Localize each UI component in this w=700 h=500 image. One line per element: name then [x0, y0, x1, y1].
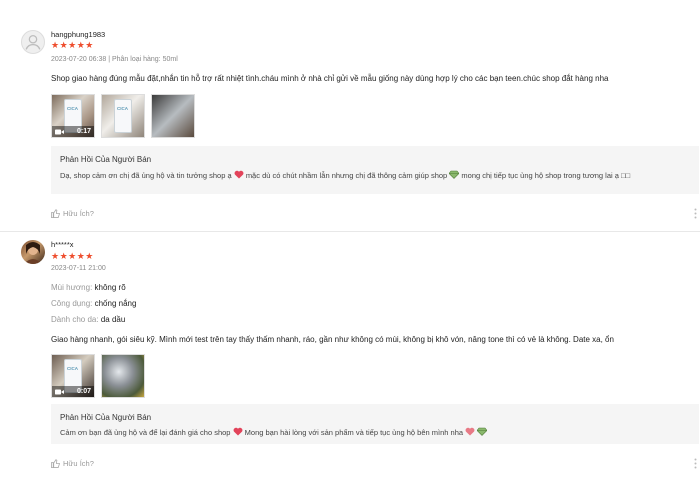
seller-reply-text: Cảm ơn bạn đã ủng hộ và để lại đánh giá …	[60, 427, 692, 438]
review-item: h*****x ★★★★★ 2023-07-11 21:00 Mùi hương…	[0, 232, 700, 500]
review-media: CICA 0:07	[51, 354, 145, 398]
review-text: Shop giao hàng đúng mẫu đặt,nhắn tin hỗ …	[51, 74, 609, 83]
review-author[interactable]: h*****x	[51, 240, 74, 249]
video-duration: 0:17	[76, 128, 91, 135]
thumbs-up-icon	[51, 209, 60, 218]
rating-stars: ★★★★★	[51, 40, 94, 50]
attribute-key: Mùi hương:	[51, 283, 93, 292]
video-camera-icon	[55, 389, 64, 394]
product-label: CICA	[67, 106, 78, 111]
rating-stars: ★★★★★	[51, 251, 94, 261]
vertical-dots-icon[interactable]	[694, 208, 697, 219]
attribute-key: Dành cho da:	[51, 315, 99, 324]
gem-icon	[449, 170, 460, 179]
seller-reply: Phản Hồi Của Người Bán Dạ, shop cảm ơn c…	[51, 146, 699, 194]
product-image: CICA	[114, 99, 132, 133]
review-item: hangphung1983 ★★★★★ 2023-07-20 06:38 | P…	[0, 20, 700, 232]
reply-text-part: Cảm ơn bạn đã ủng hộ và để lại đánh giá …	[60, 428, 231, 437]
reply-text-part: mặc dù có chút nhầm lẫn nhưng chị đã thô…	[245, 171, 448, 180]
photo-thumbnail[interactable]: CICA	[101, 94, 145, 138]
helpful-button[interactable]: Hữu Ích?	[51, 209, 94, 218]
seller-reply-text: Dạ, shop cảm ơn chị đã ủng hộ và tin tưở…	[60, 170, 692, 181]
seller-reply: Phản Hồi Của Người Bán Cảm ơn bạn đã ủng…	[51, 404, 699, 444]
photo-thumbnail[interactable]	[151, 94, 195, 138]
reply-text-part: □□	[621, 171, 631, 180]
avatar[interactable]	[21, 240, 45, 264]
review-text: Giao hàng nhanh, gói siêu kỹ. Mình mới t…	[51, 335, 614, 344]
reply-text-part: Mong bạn hài lòng với sản phẩm và tiếp t…	[244, 428, 464, 437]
photo-thumbnail[interactable]	[101, 354, 145, 398]
reply-text-part: Dạ, shop cảm ơn chị đã ủng hộ và tin tưở…	[60, 171, 232, 180]
video-overlay: 0:17	[52, 126, 94, 137]
heart-icon	[465, 427, 475, 436]
vertical-dots-icon[interactable]	[694, 458, 697, 469]
red-heart-icon	[233, 427, 243, 436]
review-attribute: Công dụng: chống nắng	[51, 299, 136, 308]
review-attribute: Dành cho da: da dầu	[51, 315, 125, 324]
review-author[interactable]: hangphung1983	[51, 30, 105, 39]
attribute-value: chống nắng	[94, 299, 137, 308]
product-label: CICA	[67, 366, 78, 371]
reply-text-part: mong chị tiếp tục ủng hộ shop trong tươn…	[461, 171, 619, 180]
attribute-key: Công dụng:	[51, 299, 93, 308]
review-meta: 2023-07-20 06:38 | Phân loại hàng: 50ml	[51, 56, 178, 63]
video-duration: 0:07	[76, 388, 91, 395]
attribute-value: da dầu	[100, 315, 126, 324]
video-thumbnail[interactable]: CICA 0:07	[51, 354, 95, 398]
thumbs-up-icon	[51, 459, 60, 468]
review-meta: 2023-07-11 21:00	[51, 265, 106, 272]
avatar[interactable]	[21, 30, 45, 54]
helpful-label: Hữu Ích?	[63, 459, 94, 468]
review-attribute: Mùi hương: không rõ	[51, 283, 126, 292]
review-media: CICA 0:17 CICA	[51, 94, 195, 138]
video-overlay: 0:07	[52, 386, 94, 397]
seller-reply-title: Phản Hồi Của Người Bán	[60, 155, 152, 164]
seller-reply-title: Phản Hồi Của Người Bán	[60, 413, 152, 422]
video-thumbnail[interactable]: CICA 0:17	[51, 94, 95, 138]
gem-icon	[477, 427, 488, 436]
user-silhouette-icon	[25, 34, 41, 50]
attribute-value: không rõ	[94, 283, 126, 292]
video-camera-icon	[55, 129, 64, 134]
helpful-button[interactable]: Hữu Ích?	[51, 459, 94, 468]
user-photo-icon	[24, 242, 42, 264]
product-label: CICA	[117, 106, 128, 111]
red-heart-icon	[234, 170, 244, 179]
helpful-label: Hữu Ích?	[63, 209, 94, 218]
